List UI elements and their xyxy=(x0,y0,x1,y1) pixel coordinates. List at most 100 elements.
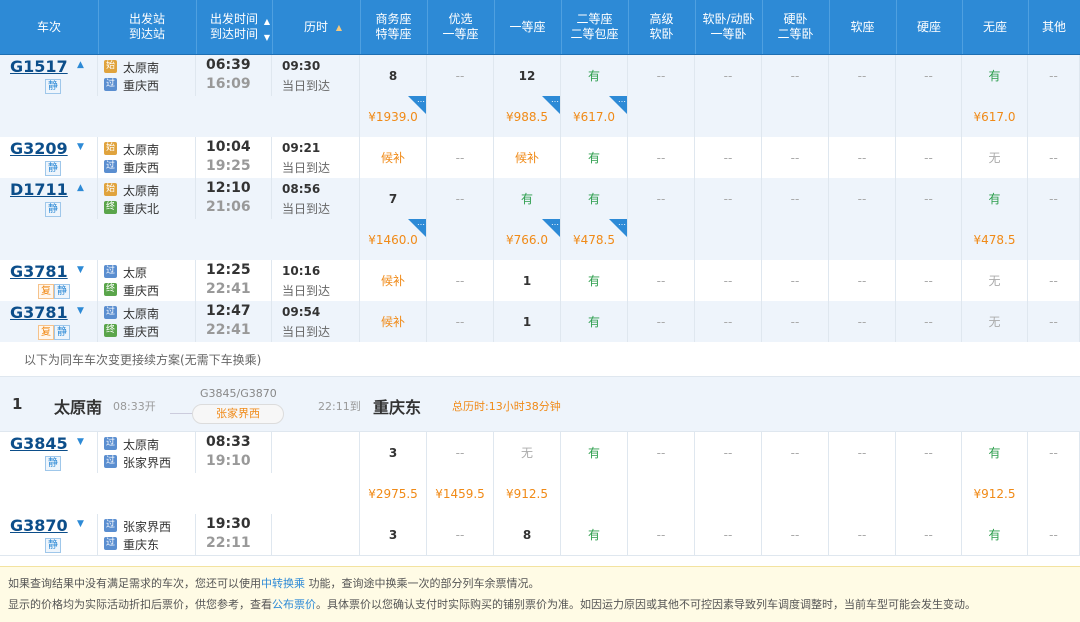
seat-availability[interactable]: -- xyxy=(628,55,695,96)
seat-availability[interactable]: 1 xyxy=(494,301,561,342)
header-col[interactable]: 二等座 二等包座 xyxy=(561,0,629,54)
train-number-link[interactable]: G3781 xyxy=(10,303,68,322)
seat-availability[interactable]: -- xyxy=(427,432,494,473)
seat-availability[interactable]: 有 xyxy=(561,432,628,473)
header-col[interactable]: 车次 xyxy=(0,0,99,54)
seat-availability[interactable]: -- xyxy=(762,514,829,555)
train-number-link[interactable]: G3870 xyxy=(10,516,68,535)
header-col[interactable]: 软座 xyxy=(829,0,897,54)
seat-availability[interactable]: 候补 xyxy=(360,137,427,178)
expand-arrow-icon[interactable]: ▼ xyxy=(77,306,84,316)
seat-availability[interactable]: -- xyxy=(427,260,494,301)
seat-availability[interactable]: -- xyxy=(829,178,896,219)
seat-availability[interactable]: -- xyxy=(695,301,762,342)
header-col[interactable]: 无座 xyxy=(962,0,1029,54)
header-col[interactable]: 硬卧 二等卧 xyxy=(762,0,830,54)
seat-availability[interactable]: -- xyxy=(427,301,494,342)
seat-availability[interactable]: -- xyxy=(896,514,962,555)
seat-availability[interactable]: -- xyxy=(762,260,829,301)
seat-availability[interactable]: -- xyxy=(896,55,962,96)
seat-availability[interactable]: -- xyxy=(427,55,494,96)
seat-availability[interactable]: -- xyxy=(896,178,962,219)
seat-availability[interactable]: -- xyxy=(896,301,962,342)
expand-arrow-icon[interactable]: ▲ xyxy=(77,60,84,70)
seat-availability[interactable]: -- xyxy=(896,432,962,473)
seat-availability[interactable]: 有 xyxy=(561,55,628,96)
seat-availability[interactable]: -- xyxy=(1028,301,1080,342)
seat-availability[interactable]: -- xyxy=(1028,137,1080,178)
seat-availability[interactable]: 有 xyxy=(561,514,628,555)
seat-availability[interactable]: -- xyxy=(1028,514,1080,555)
seat-availability[interactable]: -- xyxy=(1028,432,1080,473)
seat-availability[interactable]: -- xyxy=(628,137,695,178)
header-col[interactable]: 高级 软卧 xyxy=(628,0,696,54)
seat-availability[interactable]: 1 xyxy=(494,260,561,301)
seat-availability[interactable]: 无 xyxy=(962,260,1028,301)
seat-availability[interactable]: 有 xyxy=(962,55,1028,96)
seat-availability[interactable]: -- xyxy=(829,260,896,301)
seat-availability[interactable]: 7 xyxy=(360,178,427,219)
header-col[interactable]: 硬座 xyxy=(896,0,963,54)
seat-availability[interactable]: -- xyxy=(628,301,695,342)
seat-availability[interactable]: -- xyxy=(628,260,695,301)
seat-availability[interactable]: 候补 xyxy=(360,301,427,342)
seat-availability[interactable]: -- xyxy=(628,178,695,219)
seat-availability[interactable]: -- xyxy=(1028,55,1080,96)
seat-availability[interactable]: 无 xyxy=(494,432,561,473)
seat-availability[interactable]: 3 xyxy=(360,432,427,473)
seat-availability[interactable]: 8 xyxy=(494,514,561,555)
seat-availability[interactable]: 有 xyxy=(561,260,628,301)
seat-availability[interactable]: -- xyxy=(427,514,494,555)
seat-availability[interactable]: 12 xyxy=(494,55,561,96)
sort-triangle-icon[interactable]: ▲ xyxy=(264,14,270,29)
seat-availability[interactable]: -- xyxy=(829,514,896,555)
seat-availability[interactable]: -- xyxy=(628,432,695,473)
seat-availability[interactable]: -- xyxy=(762,55,829,96)
seat-availability[interactable]: 有 xyxy=(561,178,628,219)
seat-availability[interactable]: 有 xyxy=(962,514,1028,555)
seat-availability[interactable]: -- xyxy=(829,55,896,96)
seat-availability[interactable]: 有 xyxy=(561,301,628,342)
train-number-link[interactable]: G3209 xyxy=(10,139,68,158)
seat-availability[interactable]: -- xyxy=(695,178,762,219)
published-fare-link[interactable]: 公布票价 xyxy=(272,598,316,611)
transfer-search-link[interactable]: 中转换乘 xyxy=(261,577,305,590)
seat-availability[interactable]: -- xyxy=(695,260,762,301)
expand-arrow-icon[interactable]: ▼ xyxy=(77,265,84,275)
seat-availability[interactable]: -- xyxy=(762,178,829,219)
header-col[interactable]: 优选 一等座 xyxy=(427,0,495,54)
seat-availability[interactable]: -- xyxy=(1028,178,1080,219)
seat-availability[interactable]: -- xyxy=(896,260,962,301)
expand-arrow-icon[interactable]: ▼ xyxy=(77,519,84,529)
seat-availability[interactable]: 无 xyxy=(962,137,1028,178)
train-number-link[interactable]: G3845 xyxy=(10,434,68,453)
seat-availability[interactable]: 有 xyxy=(962,432,1028,473)
header-col[interactable]: 软卧/动卧 一等卧 xyxy=(695,0,763,54)
expand-arrow-icon[interactable]: ▼ xyxy=(77,437,84,447)
header-col[interactable]: 历时 ▲ xyxy=(272,0,361,54)
sort-down-icon[interactable]: ▼ xyxy=(264,30,270,45)
train-number-link[interactable]: D1711 xyxy=(10,180,68,199)
expand-arrow-icon[interactable]: ▼ xyxy=(77,142,84,152)
header-col[interactable]: 其他 xyxy=(1028,0,1080,54)
seat-availability[interactable]: 候补 xyxy=(360,260,427,301)
train-number-link[interactable]: G3781 xyxy=(10,262,68,281)
seat-availability[interactable]: 无 xyxy=(962,301,1028,342)
seat-availability[interactable]: -- xyxy=(695,137,762,178)
seat-availability[interactable]: -- xyxy=(762,432,829,473)
seat-availability[interactable]: -- xyxy=(896,137,962,178)
seat-availability[interactable]: 有 xyxy=(561,137,628,178)
seat-availability[interactable]: -- xyxy=(695,55,762,96)
seat-availability[interactable]: -- xyxy=(427,137,494,178)
seat-availability[interactable]: 3 xyxy=(360,514,427,555)
seat-availability[interactable]: -- xyxy=(762,137,829,178)
header-col[interactable]: 出发时间 ▲ 到达时间 ▼ xyxy=(196,0,273,54)
seat-availability[interactable]: -- xyxy=(829,137,896,178)
seat-availability[interactable]: -- xyxy=(762,301,829,342)
header-col[interactable]: 一等座 xyxy=(494,0,562,54)
seat-availability[interactable]: -- xyxy=(695,514,762,555)
sort-triangle-icon[interactable]: ▲ xyxy=(336,20,342,35)
seat-availability[interactable]: -- xyxy=(1028,260,1080,301)
seat-availability[interactable]: 8 xyxy=(360,55,427,96)
train-number-link[interactable]: G1517 xyxy=(10,57,68,76)
